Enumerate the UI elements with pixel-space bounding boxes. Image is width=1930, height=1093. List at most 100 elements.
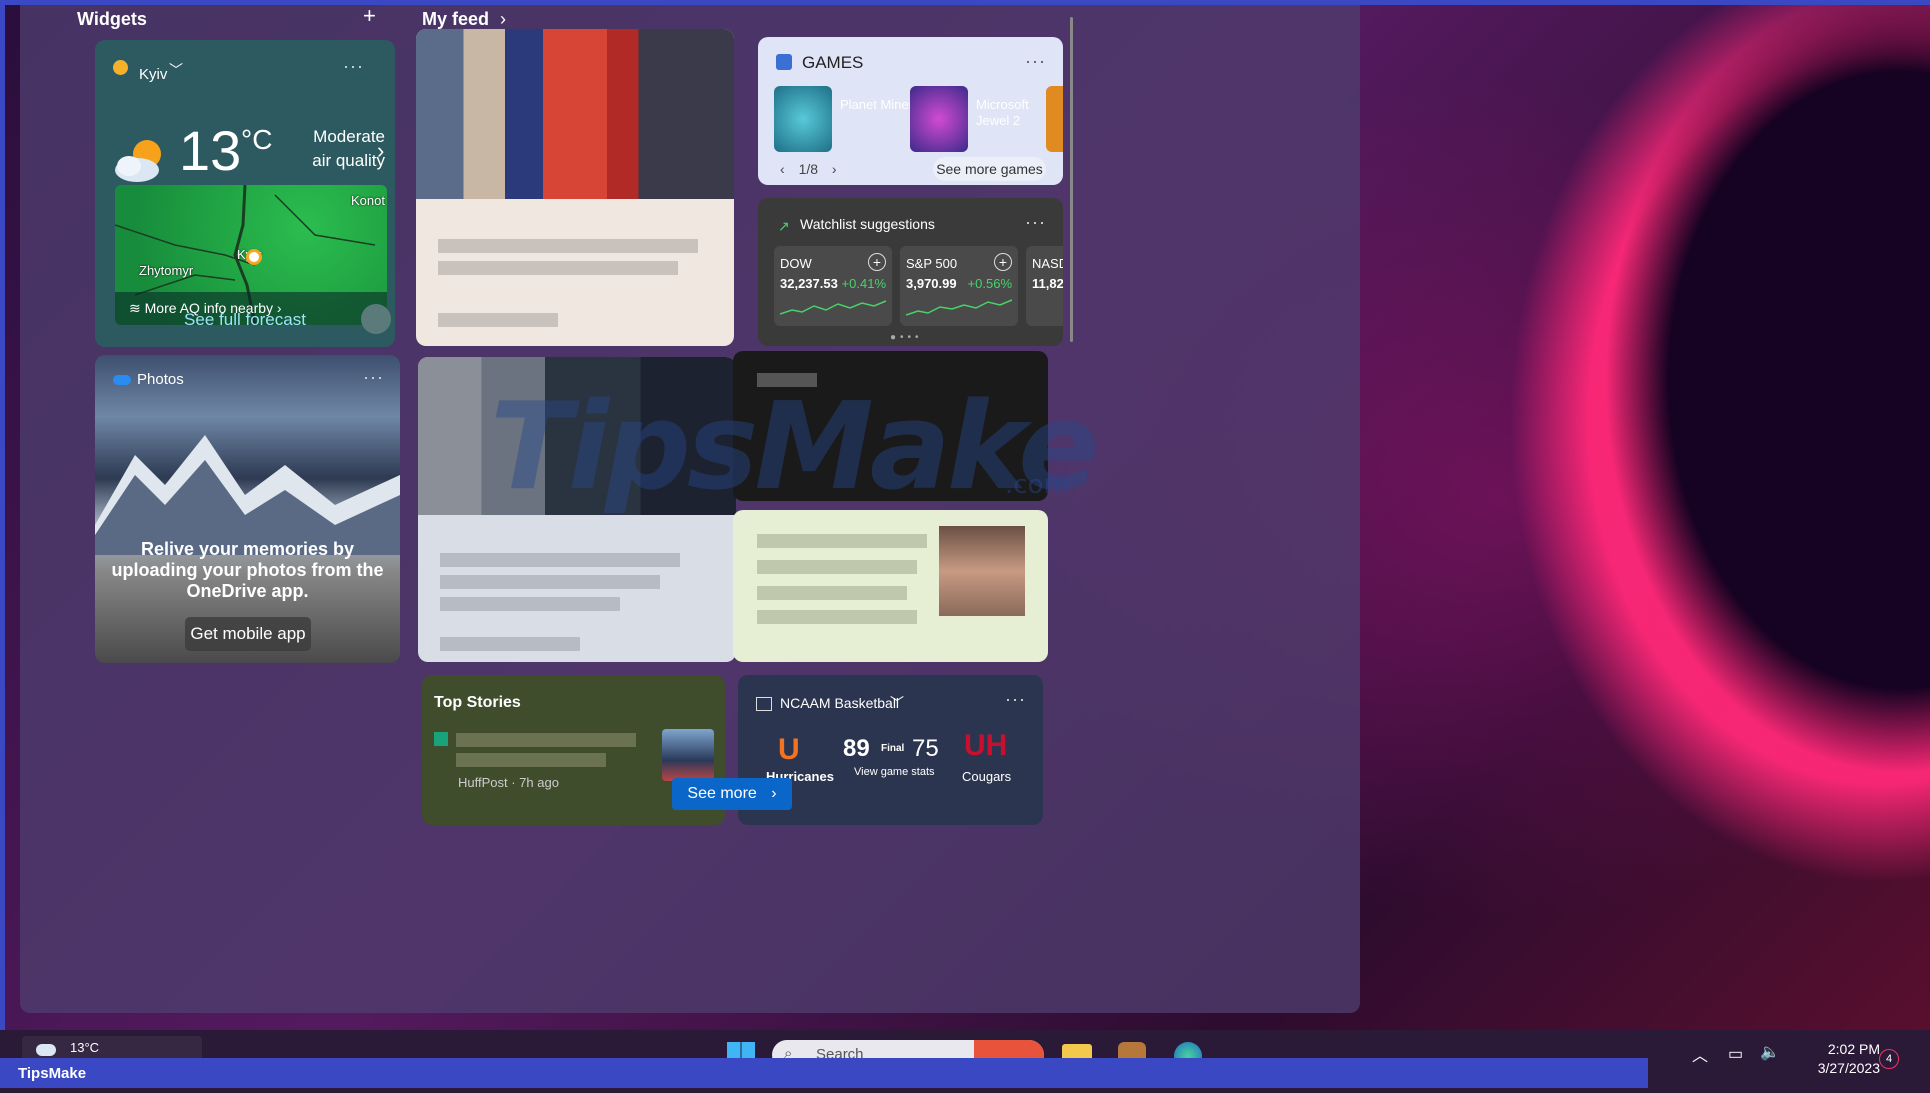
my-feed-link[interactable]: My feed › (422, 9, 506, 30)
game-tile-planet-miner[interactable] (774, 86, 832, 152)
add-stock-icon[interactable]: + (994, 253, 1012, 271)
taskbar-clock[interactable]: 2:02 PM 3/27/2023 (1770, 1040, 1880, 1078)
chevron-down-icon[interactable]: ﹀ (890, 693, 904, 713)
stock-card-nasdaq[interactable]: NASD 11,823 (1026, 246, 1063, 326)
news-card[interactable] (416, 29, 734, 346)
footer-brand: TipsMake (18, 1065, 87, 1082)
sun-icon (113, 60, 128, 75)
scrollbar[interactable] (1070, 17, 1073, 342)
stock-name: DOW (780, 256, 812, 271)
blurred-headline (456, 733, 636, 747)
chevron-left-icon[interactable]: ‹ (780, 161, 785, 177)
blurred-headline (440, 597, 620, 611)
get-mobile-app-button[interactable]: Get mobile app (185, 617, 311, 651)
aq-line-2: air quality (312, 151, 385, 170)
partly-cloudy-icon (36, 1044, 56, 1056)
view-game-stats-link[interactable]: View game stats (854, 766, 935, 778)
ncaa-title: NCAAM Basketball (780, 695, 900, 711)
news-card[interactable] (733, 510, 1048, 662)
mountain-image (95, 435, 400, 555)
blurred-headline (757, 534, 927, 548)
score-team-1: 89 (843, 735, 870, 762)
see-more-button[interactable]: See more › (672, 778, 792, 810)
onedrive-cloud-icon (113, 375, 131, 385)
stock-change: +0.56% (967, 276, 1012, 291)
blurred-headline (757, 560, 917, 574)
notification-badge[interactable]: 4 (1879, 1049, 1899, 1069)
my-feed-label: My feed (422, 9, 490, 29)
weather-temperature: 13 (179, 119, 242, 182)
chevron-right-icon[interactable]: › (832, 161, 837, 177)
stock-card-sp500[interactable]: S&P 500 + 3,970.99 +0.56% (900, 246, 1018, 326)
hurricanes-logo-icon: U (778, 733, 800, 766)
see-more-label: See more (687, 785, 757, 802)
blurred-headline (440, 575, 660, 589)
blurred-headline (757, 610, 917, 624)
stock-card-dow[interactable]: DOW + 32,237.53 +0.41% (774, 246, 892, 326)
air-quality[interactable]: Moderate air quality (285, 125, 385, 173)
weather-unit: °C (241, 124, 273, 155)
aq-map[interactable]: Konot Kyiv Zhytomyr ≋ More AQ info nearb… (115, 185, 387, 325)
watchlist-widget[interactable]: ↗ Watchlist suggestions ··· DOW + 32,237… (758, 198, 1063, 346)
widgets-title: Widgets (77, 9, 147, 29)
game-tile-next[interactable] (1046, 86, 1063, 152)
footer-bar: TipsMake (0, 1058, 1648, 1088)
carousel-dots[interactable]: ●••• (890, 332, 923, 343)
watermark-suffix: .com (1005, 470, 1069, 500)
games-widget[interactable]: GAMES ··· Planet Miner FRVR Microsoft Je… (758, 37, 1063, 185)
publisher-icon (434, 732, 448, 746)
story-thumbnail (662, 729, 714, 781)
see-full-forecast-link[interactable]: See full forecast (95, 310, 395, 330)
game-status: Final (881, 743, 905, 754)
stock-value: 3,970.99 (906, 276, 957, 291)
more-options-icon[interactable]: ··· (363, 367, 384, 388)
blurred-source (440, 637, 580, 651)
more-options-icon[interactable]: ··· (1005, 689, 1026, 710)
news-image (416, 29, 734, 199)
sports-icon (756, 697, 772, 711)
top-stories-title: Top Stories (434, 694, 521, 711)
more-options-icon[interactable]: ··· (1025, 51, 1046, 72)
add-stock-icon[interactable]: + (868, 253, 886, 271)
blurred-headline (440, 553, 680, 567)
games-pager: ‹ 1/8 › (780, 161, 837, 177)
chevron-right-icon: › (500, 9, 507, 29)
games-title: GAMES (802, 53, 864, 72)
add-widget-icon[interactable]: + (363, 5, 376, 27)
stock-value: 32,237.53 (780, 276, 838, 291)
chevron-down-icon[interactable]: ﹀ (169, 60, 183, 80)
photos-widget[interactable]: Photos ··· Relive your memories by uploa… (95, 355, 400, 663)
blurred-headline (438, 261, 678, 275)
blurred-headline (757, 586, 907, 600)
map-label-zhytomyr: Zhytomyr (139, 263, 194, 278)
weather-city[interactable]: Kyiv (139, 66, 167, 83)
network-icon[interactable]: ▭ (1728, 1044, 1743, 1064)
cougars-logo-icon: UH (964, 729, 1008, 762)
weather-widget[interactable]: Kyiv ﹀ ··· 13 °C Moderate air quality › … (95, 40, 395, 347)
window-left-border (0, 5, 5, 1055)
partly-cloudy-icon (115, 140, 161, 182)
aq-line-1: Moderate (313, 127, 385, 146)
more-options-icon[interactable]: ··· (343, 56, 364, 77)
more-options-icon[interactable]: ··· (1025, 212, 1046, 233)
see-more-games-button[interactable]: See more games (933, 157, 1046, 181)
photos-message: Relive your memories by uploading your p… (111, 539, 384, 601)
score-team-2: 75 (912, 735, 939, 762)
game-tile-jewel[interactable] (910, 86, 968, 152)
stock-value: 11,823 (1032, 276, 1063, 291)
trend-up-icon: ↗ (778, 218, 790, 234)
games-icon (776, 54, 792, 70)
stock-change: +0.41% (841, 276, 886, 291)
news-thumbnail (939, 526, 1025, 616)
chevron-right-icon: › (771, 785, 777, 802)
chevron-up-icon[interactable]: ︿ (1692, 1042, 1708, 1066)
sparkline (780, 300, 886, 315)
stock-name: NASD (1032, 256, 1063, 271)
taskbar-temp: 13°C (70, 1040, 100, 1055)
stock-name: S&P 500 (906, 256, 958, 271)
blurred-headline (438, 239, 698, 253)
taskbar-time: 2:02 PM (1827, 1041, 1880, 1057)
chevron-right-icon[interactable]: › (377, 138, 384, 164)
avatar[interactable] (361, 304, 391, 334)
location-pin-icon (246, 249, 262, 265)
